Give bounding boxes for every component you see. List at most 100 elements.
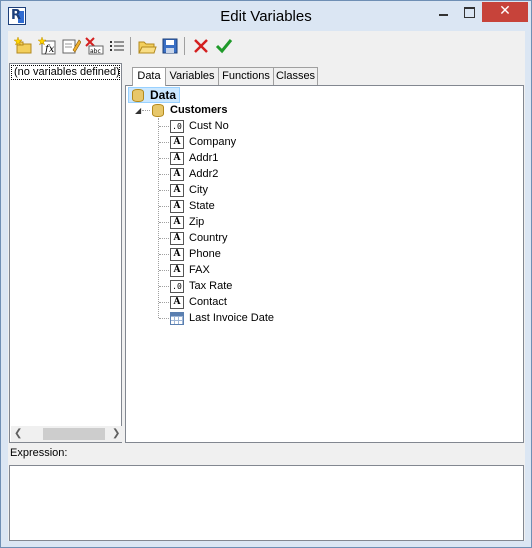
scroll-right-icon[interactable]: ❯ [112,428,120,439]
new-category-button[interactable] [13,36,34,56]
tree-field-label: City [189,184,208,196]
cancel-button[interactable] [191,36,211,56]
tab-classes[interactable]: Classes [273,67,318,85]
tree-field-item[interactable]: A Phone [170,246,330,262]
tab-variables[interactable]: Variables [165,67,219,85]
numeric-field-icon: .0 [170,280,184,293]
tree-field-label: Country [189,232,228,244]
scrollbar-thumb[interactable] [43,428,105,440]
tree-field-item[interactable]: A City [170,182,330,198]
save-button[interactable] [160,36,180,56]
variables-list[interactable]: (no variables defined) ❮ ❯ [9,63,122,443]
text-field-icon: A [170,296,184,309]
tree-field-item[interactable]: Last Invoice Date [170,310,330,326]
tree-connector [159,254,169,255]
edit-variables-window: R Edit Variables ✕ fx abc (no variables … [0,0,532,548]
tree-field-item[interactable]: A Addr2 [170,166,330,182]
svg-text:fx: fx [44,44,55,55]
delete-icon: abc [85,37,104,55]
text-field-icon: A [170,232,184,245]
tree-field-item[interactable]: .0 Cust No [170,118,330,134]
expression-field[interactable] [9,465,524,541]
tree-connector [159,190,169,191]
text-field-icon: A [170,152,184,165]
svg-text:abc: abc [90,48,101,55]
tree-field-label: Phone [189,248,221,260]
list-icon [110,41,124,51]
tree-connector [159,302,169,303]
tree-field-label: Tax Rate [189,280,233,292]
delete-button[interactable]: abc [84,36,104,56]
tree-node-customers[interactable]: Customers [152,102,242,118]
toolbar-separator [184,37,185,55]
tree-field-label: FAX [189,264,210,276]
text-field-icon: A [170,216,184,229]
date-field-icon [170,312,184,325]
table-icon [152,104,164,117]
new-variable-icon: fx [37,36,56,55]
tree-field-label: Addr2 [189,168,219,180]
list-item[interactable]: (no variables defined) [11,65,120,80]
edit-icon [62,39,82,54]
scroll-left-icon[interactable]: ❮ [14,428,22,439]
tab-functions[interactable]: Functions [218,67,274,85]
data-tree-panel: Data ◢ Customers .0 Cust No A Company A Addr1… [125,85,524,443]
tree-field-label: Contact [189,296,227,308]
tree-field-item[interactable]: A Addr1 [170,150,330,166]
client-area: fx abc (no variables defined) ❮ ❯ Data V… [8,31,525,541]
tree-connector [159,142,169,143]
expression-label: Expression: [10,447,68,459]
data-tree[interactable]: Data ◢ Customers .0 Cust No A Company A Addr1… [126,86,523,442]
tree-field-label: Zip [189,216,205,228]
minimize-button[interactable] [430,2,456,22]
text-field-icon: A [170,168,184,181]
cancel-icon [194,39,208,53]
tree-field-label: Company [189,136,237,148]
tree-root-data[interactable]: Data [132,87,187,103]
tree-connector [159,238,169,239]
tree-field-item[interactable]: A State [170,198,330,214]
tree-field-item[interactable]: A Company [170,134,330,150]
tree-connector [159,286,169,287]
tree-field-label: Last Invoice Date [189,312,274,324]
tree-connector [159,174,169,175]
numeric-field-icon: .0 [170,120,184,133]
title-bar[interactable]: R Edit Variables ✕ [1,1,531,31]
text-field-icon: A [170,248,184,261]
tree-field-item[interactable]: .0 Tax Rate [170,278,330,294]
maximize-button[interactable] [456,2,482,22]
new-category-icon [13,36,32,54]
open-button[interactable] [137,36,157,56]
database-icon [132,89,144,102]
open-folder-icon [138,41,157,54]
ok-button[interactable] [214,36,234,56]
collapse-icon[interactable]: ◢ [135,106,141,116]
toolbar: fx abc [8,31,525,61]
tree-field-label: State [189,200,215,212]
tree-connector [159,222,169,223]
tree-connector [159,158,169,159]
text-field-icon: A [170,200,184,213]
tree-field-label: Cust No [189,120,229,132]
toolbar-separator [130,37,131,55]
tree-node-label: Customers [170,104,228,116]
tree-field-item[interactable]: A Zip [170,214,330,230]
ok-icon [215,39,233,54]
save-icon [162,38,178,54]
list-button[interactable] [107,36,127,56]
close-button[interactable]: ✕ [482,2,528,22]
text-field-icon: A [170,184,184,197]
tree-field-label: Addr1 [189,152,219,164]
tree-field-item[interactable]: A Country [170,230,330,246]
text-field-icon: A [170,264,184,277]
tree-connector [159,318,169,319]
tab-data[interactable]: Data [132,67,166,86]
tree-root-label: Data [150,88,177,102]
close-icon: ✕ [499,3,511,19]
new-variable-button[interactable]: fx [37,36,58,56]
edit-button[interactable] [61,36,82,56]
tree-connector [159,126,169,127]
horizontal-scrollbar[interactable]: ❮ ❯ [11,426,122,442]
tree-field-item[interactable]: A Contact [170,294,330,310]
tree-field-item[interactable]: A FAX [170,262,330,278]
